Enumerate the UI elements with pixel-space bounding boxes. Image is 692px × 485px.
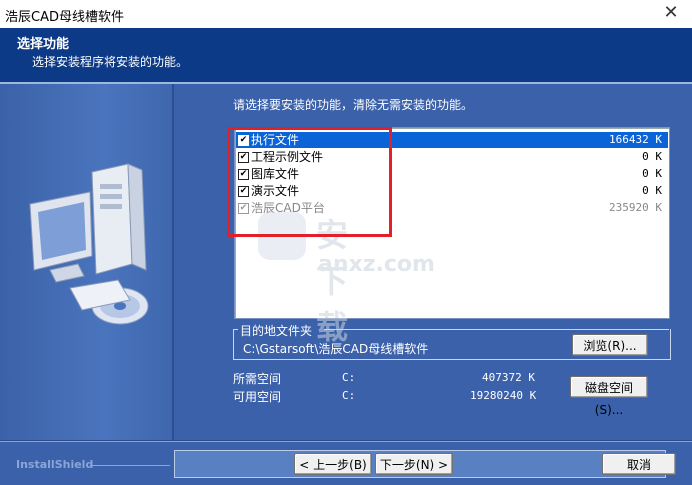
required-space-label: 所需空间 bbox=[233, 372, 282, 386]
page-header: 选择功能 选择安装程序将安装的功能。 bbox=[0, 28, 692, 82]
browse-button[interactable]: 浏览(R)... bbox=[572, 334, 648, 356]
feature-size: 166432 K bbox=[609, 133, 662, 146]
footer-divider bbox=[0, 441, 692, 442]
instruction-text: 请选择要安装的功能，清除无需安装的功能。 bbox=[233, 98, 474, 112]
required-drive: C: bbox=[342, 371, 356, 384]
destination-group-label: 目的地文件夹 bbox=[238, 322, 315, 339]
required-space-value: 407372 K bbox=[482, 371, 535, 384]
available-space-value: 19280240 K bbox=[470, 389, 537, 402]
available-space-label: 可用空间 bbox=[233, 390, 282, 404]
brand-line bbox=[90, 465, 170, 466]
side-panel bbox=[0, 84, 172, 440]
page-subtitle: 选择安装程序将安装的功能。 bbox=[32, 55, 189, 69]
feature-size: 0 K bbox=[642, 167, 662, 180]
installer-window: 浩辰CAD母线槽软件 ✕ 选择功能 选择安装程序将安装的功能。 请选择要安装的功 bbox=[0, 0, 692, 485]
cancel-button[interactable]: 取消 bbox=[602, 453, 676, 475]
group-border bbox=[324, 329, 669, 330]
installshield-logo: InstallShield bbox=[16, 458, 94, 471]
back-button[interactable]: < 上一步(B) bbox=[294, 453, 372, 475]
highlight-box bbox=[227, 127, 392, 237]
computer-install-icon bbox=[29, 163, 149, 325]
side-panel-divider bbox=[172, 84, 174, 440]
feature-size: 0 K bbox=[642, 184, 662, 197]
destination-path: C:\Gstarsoft\浩辰CAD母线槽软件 bbox=[243, 342, 429, 356]
available-drive: C: bbox=[342, 389, 356, 402]
feature-size: 0 K bbox=[642, 150, 662, 163]
title-bar: 浩辰CAD母线槽软件 ✕ bbox=[0, 0, 692, 28]
window-title: 浩辰CAD母线槽软件 bbox=[5, 10, 124, 25]
feature-size: 235920 K bbox=[609, 201, 662, 214]
next-button[interactable]: 下一步(N) > bbox=[375, 453, 453, 475]
page-title: 选择功能 bbox=[17, 37, 70, 52]
disk-space-button[interactable]: 磁盘空间(S)... bbox=[570, 376, 648, 417]
watermark-url: anxz.com bbox=[318, 252, 435, 277]
close-icon[interactable]: ✕ bbox=[658, 2, 684, 24]
